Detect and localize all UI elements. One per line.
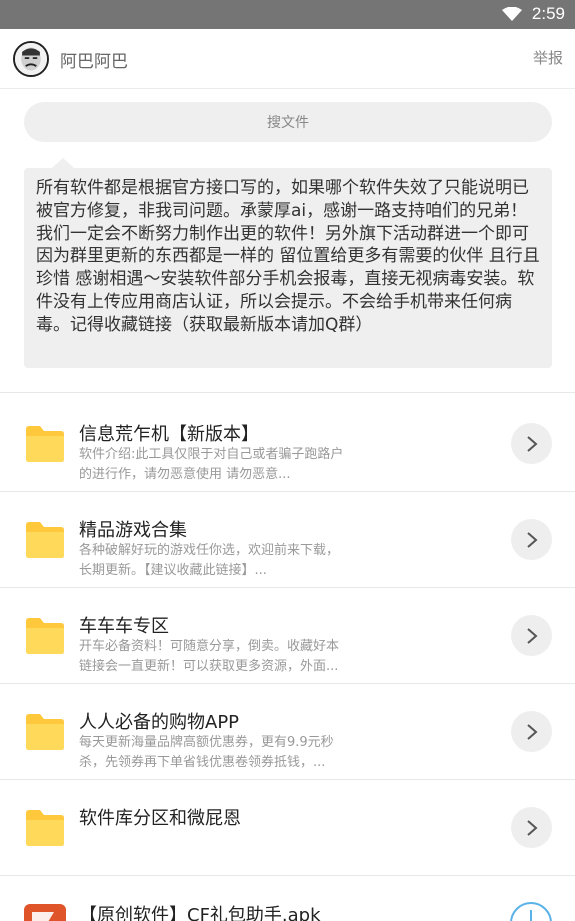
folder-description-line: 长期更新。【建议收藏此链接】... [79, 563, 267, 578]
folder-icon [26, 522, 64, 558]
search-label: 搜文件 [267, 115, 309, 131]
notice-text: 所有软件都是根据官方接口写的，如果哪个软件失效了只能说明已被官方修复，非我司问题… [36, 178, 540, 335]
folder-description-line: 每天更新海量品牌高额优惠券，更有9.9元秒 [79, 735, 334, 750]
folder-description: 每天更新海量品牌高额优惠券，更有9.9元秒 杀，先领券再下单省钱优惠卷领券抵钱，… [79, 733, 369, 773]
open-folder-button[interactable] [511, 807, 552, 848]
folder-description-line: 各种破解好玩的游戏任你选，欢迎前来下载， [79, 543, 340, 558]
apk-icon [24, 904, 66, 921]
open-folder-button[interactable] [511, 519, 552, 560]
report-button[interactable]: 举报 [533, 47, 563, 68]
folder-icon [26, 714, 64, 750]
status-bar: 2:59 [0, 0, 575, 29]
meme-face-icon [15, 43, 47, 75]
folder-description-line: 杀，先领券再下单省钱优惠卷领券抵钱，... [79, 755, 326, 770]
folder-icon [26, 618, 64, 654]
apk-logo-icon [32, 912, 54, 921]
folder-description-line: 软件介绍:此工具仅限于对自己或者骗子跑路户 [79, 447, 344, 462]
folder-description-line: 的进行作，请勿恶意使用 请勿恶意... [79, 467, 291, 482]
folder-description-line: 开车必备资料！可随意分享，倒卖。收藏好本 [79, 639, 340, 654]
list-item-folder[interactable]: 信息荒乍机【新版本】 软件介绍:此工具仅限于对自己或者骗子跑路户 的进行作，请勿… [0, 396, 575, 492]
notice-pointer [52, 158, 74, 168]
folder-title: 人人必备的购物APP [79, 712, 240, 733]
folder-title: 信息荒乍机【新版本】 [79, 424, 259, 445]
folder-title: 精品游戏合集 [79, 520, 187, 541]
open-folder-button[interactable] [511, 615, 552, 656]
list-item-folder[interactable]: 人人必备的购物APP 每天更新海量品牌高额优惠券，更有9.9元秒 杀，先领券再下… [0, 684, 575, 780]
folder-title: 软件库分区和微屁恩 [79, 808, 241, 829]
wifi-icon [501, 7, 522, 21]
open-folder-button[interactable] [511, 423, 552, 464]
folder-description: 开车必备资料！可随意分享，倒卖。收藏好本 链接会一直更新！可以获取更多资源，外面… [79, 637, 369, 677]
folder-list: 信息荒乍机【新版本】 软件介绍:此工具仅限于对自己或者骗子跑路户 的进行作，请勿… [0, 396, 575, 876]
section-divider [0, 392, 575, 393]
folder-description-line: 链接会一直更新！可以获取更多资源，外面... [79, 659, 339, 674]
folder-icon [26, 426, 64, 462]
chevron-right-icon [526, 531, 538, 548]
search-bar[interactable]: 搜文件 [24, 102, 552, 142]
list-item-folder[interactable]: 精品游戏合集 各种破解好玩的游戏任你选，欢迎前来下载， 长期更新。【建议收藏此链… [0, 492, 575, 588]
chevron-right-icon [526, 627, 538, 644]
chevron-right-icon [526, 435, 538, 452]
chevron-right-icon [526, 723, 538, 740]
folder-description: 软件介绍:此工具仅限于对自己或者骗子跑路户 的进行作，请勿恶意使用 请勿恶意..… [79, 445, 369, 485]
folder-title: 车车车专区 [79, 616, 169, 637]
status-time: 2:59 [531, 4, 565, 23]
chevron-right-icon [526, 819, 538, 836]
header: 阿巴阿巴 举报 [0, 29, 575, 89]
list-item-folder[interactable]: 软件库分区和微屁恩 [0, 780, 575, 876]
username[interactable]: 阿巴阿巴 [60, 47, 128, 72]
list-item-file[interactable]: 【原创软件】CF礼包助手.apk [0, 880, 575, 921]
folder-icon [26, 810, 64, 846]
list-item-folder[interactable]: 车车车专区 开车必备资料！可随意分享，倒卖。收藏好本 链接会一直更新！可以获取更… [0, 588, 575, 684]
file-title: 【原创软件】CF礼包助手.apk [79, 905, 321, 921]
download-button[interactable] [510, 902, 552, 921]
notice-box: 所有软件都是根据官方接口写的，如果哪个软件失效了只能说明已被官方修复，非我司问题… [24, 158, 552, 368]
folder-description: 各种破解好玩的游戏任你选，欢迎前来下载， 长期更新。【建议收藏此链接】... [79, 541, 369, 581]
avatar[interactable] [13, 41, 49, 77]
open-folder-button[interactable] [511, 711, 552, 752]
